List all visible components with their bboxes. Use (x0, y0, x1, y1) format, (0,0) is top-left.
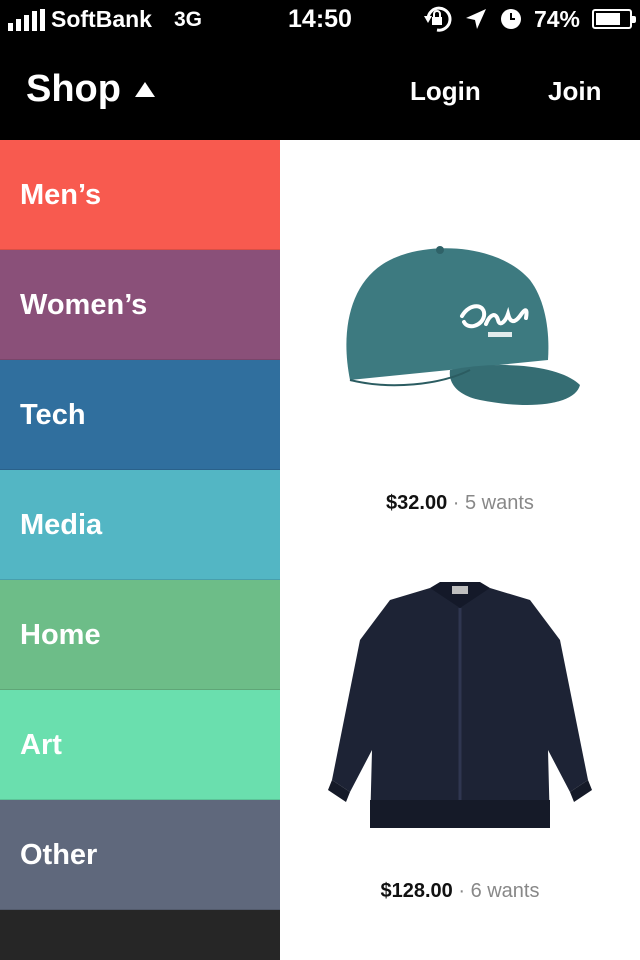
status-bar: SoftBank 3G 14:50 74% (0, 0, 640, 40)
triangle-up-icon (134, 82, 155, 97)
separator-dot: · (452, 492, 465, 514)
category-label: Art (20, 728, 62, 761)
category-tech[interactable]: Tech (0, 360, 280, 470)
category-home[interactable]: Home (0, 580, 280, 690)
category-other[interactable]: Other (0, 800, 280, 910)
rotation-lock-icon (423, 6, 452, 32)
category-label: Women’s (20, 288, 148, 321)
product-price-line: $32.00 · 5 wants (280, 492, 640, 515)
category-womens[interactable]: Women’s (0, 250, 280, 360)
separator-dot: · (458, 880, 471, 902)
login-button[interactable]: Login (410, 76, 481, 107)
category-mens[interactable]: Men’s (0, 140, 280, 250)
join-button[interactable]: Join (548, 76, 601, 107)
category-media[interactable]: Media (0, 470, 280, 580)
jacket-icon[interactable] (320, 580, 600, 840)
product-price-line: $128.00 · 6 wants (280, 880, 640, 903)
battery-percent: 74% (533, 5, 580, 32)
location-icon (465, 9, 486, 29)
product-wants: 6 wants (470, 880, 540, 902)
shop-menu-toggle[interactable]: Shop (26, 68, 155, 111)
product-price: $32.00 (386, 492, 448, 514)
category-sidebar: Men’s Women’s Tech Media Home Art Other (0, 140, 280, 960)
category-label: Men’s (20, 178, 102, 211)
battery-icon (592, 9, 636, 29)
product-card[interactable]: $128.00 · 6 wants (280, 580, 640, 903)
category-art[interactable]: Art (0, 690, 280, 800)
category-label: Other (20, 838, 98, 871)
battery-level (596, 13, 620, 25)
product-list: $32.00 · 5 wants $128.00 · 6 wants (280, 140, 640, 960)
category-label: Home (20, 618, 101, 651)
product-card[interactable]: $32.00 · 5 wants (280, 220, 640, 515)
page-title: Shop (26, 68, 121, 110)
nav-bar: Shop Login Join (0, 40, 640, 140)
category-label: Tech (20, 398, 86, 431)
status-right: 74% (422, 5, 636, 33)
product-price: $128.00 (380, 880, 453, 902)
cap-icon[interactable] (330, 220, 590, 420)
alarm-icon (500, 9, 521, 29)
product-wants: 5 wants (465, 492, 534, 514)
category-label: Media (20, 508, 103, 541)
